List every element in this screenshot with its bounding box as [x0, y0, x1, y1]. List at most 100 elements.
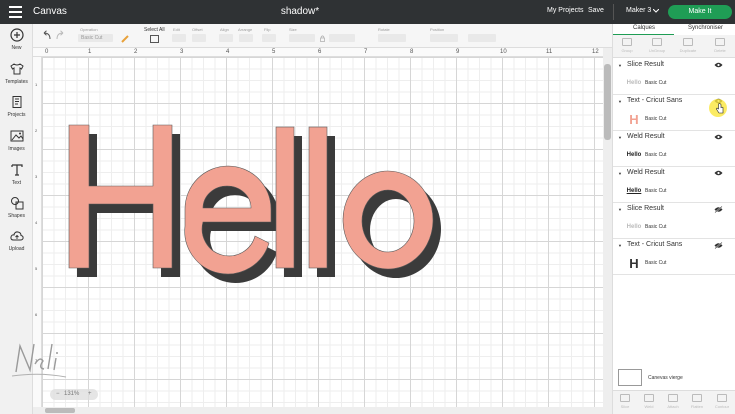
- make-it-button[interactable]: Make It: [668, 5, 732, 19]
- caret-down-icon[interactable]: ▼: [618, 99, 622, 104]
- chevron-down-icon[interactable]: [653, 9, 659, 13]
- position-x-field[interactable]: [430, 34, 458, 42]
- hand-pointer-icon: [716, 103, 724, 114]
- eye-icon[interactable]: [714, 134, 723, 140]
- shapes-icon: [10, 197, 23, 210]
- lock-icon[interactable]: [320, 35, 325, 42]
- layer-operation: Basic Cut: [645, 152, 667, 158]
- trash-icon: [715, 38, 725, 46]
- flip-label: Flip: [264, 27, 271, 32]
- blank-canvas-label: Canevas vierge: [648, 375, 683, 381]
- signature-watermark-icon: [11, 343, 67, 378]
- rotate-field[interactable]: [378, 34, 406, 42]
- save-link[interactable]: Save: [588, 7, 604, 14]
- tool-label: Text: [11, 180, 22, 186]
- layer-operation: Basic Cut: [645, 188, 667, 194]
- layer-row[interactable]: ▼ Weld Result Hello Basic Cut: [613, 167, 735, 203]
- align-dropdown[interactable]: [219, 34, 233, 42]
- operation-value: Basic Cut: [81, 35, 103, 41]
- tool-text[interactable]: Text: [0, 163, 33, 186]
- layer-thumbnail: Hello: [626, 224, 642, 230]
- caret-down-icon[interactable]: ▼: [618, 243, 622, 248]
- tool-templates[interactable]: Templates: [0, 62, 33, 85]
- size-height-field[interactable]: [329, 34, 355, 42]
- layer-row[interactable]: ▼ Slice Result Hello Basic Cut: [613, 59, 735, 95]
- flip-dropdown[interactable]: [262, 34, 276, 42]
- tool-label: Templates: [5, 79, 28, 85]
- layer-row[interactable]: ▼ Slice Result Hello Basic Cut: [613, 203, 735, 239]
- delete-button[interactable]: Delete: [708, 38, 732, 53]
- position-label: Position: [430, 27, 445, 32]
- tool-new[interactable]: New: [0, 28, 33, 51]
- pen-icon[interactable]: [121, 34, 130, 43]
- layer-actions: Group UnGroup Duplicate Delete: [613, 35, 735, 58]
- machine-selector[interactable]: Maker 3: [626, 7, 651, 14]
- attach-button[interactable]: Attach: [661, 394, 685, 409]
- vertical-scrollbar[interactable]: [603, 48, 612, 414]
- caret-down-icon[interactable]: ▼: [618, 171, 622, 176]
- tab-synchroniser[interactable]: Synchroniser: [688, 25, 723, 31]
- align-label: Align: [220, 27, 229, 32]
- layer-thumbnail: Hello: [626, 188, 642, 194]
- slice-button[interactable]: Slice: [613, 394, 637, 409]
- group-button[interactable]: Group: [615, 38, 639, 53]
- flatten-button[interactable]: Flatten: [685, 394, 709, 409]
- tool-label: Upload: [8, 246, 25, 252]
- redo-icon[interactable]: [55, 30, 67, 40]
- eye-icon[interactable]: [714, 170, 723, 176]
- scrollbar-thumb[interactable]: [45, 408, 75, 413]
- position-y-field[interactable]: [468, 34, 496, 42]
- hello-design[interactable]: [33, 48, 603, 407]
- operation-label: Operation: [80, 27, 98, 32]
- zoom-in-button[interactable]: +: [88, 391, 92, 397]
- plus-circle-icon: [9, 28, 24, 42]
- duplicate-button[interactable]: Duplicate: [676, 38, 700, 53]
- offset-label: Offset: [192, 27, 203, 32]
- group-icon: [622, 38, 632, 46]
- tool-projects[interactable]: Projects: [0, 95, 33, 118]
- arrange-dropdown[interactable]: [239, 34, 253, 42]
- layer-operation: Basic Cut: [645, 224, 667, 230]
- action-label: Flatten: [690, 404, 704, 409]
- projects-icon: [12, 96, 21, 108]
- scrollbar-thumb[interactable]: [604, 64, 611, 140]
- zoom-out-button[interactable]: −: [56, 391, 60, 397]
- tool-shapes[interactable]: Shapes: [0, 196, 33, 219]
- tool-images[interactable]: Images: [0, 129, 33, 152]
- caret-down-icon[interactable]: ▼: [618, 135, 622, 140]
- layer-name: Weld Result: [627, 169, 665, 176]
- edit-dropdown[interactable]: [172, 34, 186, 42]
- tool-label: Images: [8, 146, 25, 152]
- layer-row[interactable]: ▼ Weld Result Hello Basic Cut: [613, 131, 735, 167]
- eye-hidden-icon[interactable]: [714, 206, 723, 213]
- my-projects-link[interactable]: My Projects: [547, 7, 584, 14]
- eye-hidden-icon[interactable]: [714, 242, 723, 249]
- size-width-field[interactable]: [289, 34, 315, 42]
- layer-name: Text - Cricut Sans: [627, 241, 683, 248]
- horizontal-scrollbar[interactable]: [33, 407, 603, 414]
- document-title[interactable]: shadow*: [0, 6, 600, 17]
- weld-button[interactable]: Weld: [637, 394, 661, 409]
- top-bar: Canvas shadow* My Projects Save Maker 3 …: [0, 0, 735, 24]
- offset-button[interactable]: [192, 34, 206, 42]
- tool-label: Projects: [7, 112, 26, 118]
- layers-panel: Calques Synchroniser Group UnGroup Dupli…: [612, 24, 735, 414]
- panel-bottom-actions: Slice Weld Attach Flatten Contour: [613, 390, 735, 414]
- text-icon: [10, 164, 23, 176]
- blank-canvas-swatch[interactable]: [618, 369, 642, 386]
- ungroup-button[interactable]: UnGroup: [645, 38, 669, 53]
- layer-row[interactable]: ▼ Text - Cricut Sans H Basic Cut: [613, 239, 735, 275]
- tool-upload[interactable]: Upload: [0, 229, 33, 252]
- contour-button[interactable]: Contour: [710, 394, 734, 409]
- panel-tabs: Calques Synchroniser: [613, 24, 735, 35]
- undo-icon[interactable]: [40, 30, 52, 40]
- edit-toolbar: Operation Basic Cut Select All Edit Offs…: [33, 24, 612, 48]
- caret-down-icon[interactable]: ▼: [618, 207, 622, 212]
- eye-icon[interactable]: [714, 62, 723, 68]
- size-label: Size: [289, 27, 297, 32]
- select-all-icon[interactable]: [150, 35, 159, 43]
- tab-calques[interactable]: Calques: [633, 25, 655, 31]
- layer-operation: Basic Cut: [645, 80, 667, 86]
- caret-down-icon[interactable]: ▼: [618, 63, 622, 68]
- zoom-control[interactable]: − 131% +: [50, 389, 98, 400]
